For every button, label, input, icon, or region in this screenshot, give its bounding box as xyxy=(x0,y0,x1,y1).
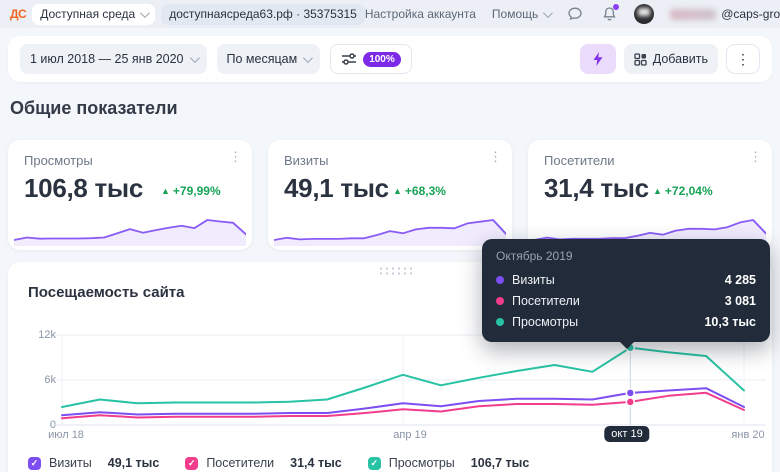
metric-card-visits[interactable]: Визиты ⋮ 49,1 тыс ▲+68,3% xyxy=(268,140,512,250)
header-nav: Настройка аккаунта Помощь @caps-group.ru xyxy=(365,4,780,24)
card-kebab-icon[interactable]: ⋮ xyxy=(489,150,502,163)
card-kebab-icon[interactable]: ⋮ xyxy=(229,150,242,163)
legend-checkbox-visitors[interactable]: ✓ xyxy=(185,457,198,470)
series-dot-icon xyxy=(496,318,504,326)
chart-legend: ✓ Визиты 49,1 тыс ✓ Посетители 31,4 тыс … xyxy=(28,456,555,470)
filters-toolbar: 1 июл 2018 — 25 янв 2020 По месяцам 100%… xyxy=(8,36,772,82)
metric-value: 49,1 тыс xyxy=(284,173,389,204)
legend-value: 106,7 тыс xyxy=(471,456,530,470)
line-chart-plot[interactable] xyxy=(0,330,780,430)
magic-wand-button[interactable] xyxy=(580,44,616,74)
legend-label: Посетители xyxy=(206,456,274,470)
sampling-badge: 100% xyxy=(363,52,401,67)
counter-meta[interactable]: доступнаясреда63.рф · 35375315 xyxy=(161,4,365,25)
metric-title: Посетители xyxy=(544,153,615,168)
sparkline-chart xyxy=(14,212,246,246)
chevron-down-icon xyxy=(189,53,199,63)
metric-card-visitors[interactable]: Посетители ⋮ 31,4 тыс ▲+72,04% xyxy=(528,140,772,250)
lightning-icon xyxy=(591,51,605,67)
counter-name: Доступная среда xyxy=(40,7,135,21)
tooltip-row: Посетители 3 081 xyxy=(496,290,756,311)
x-axis-tick-hovered: окт 19 xyxy=(604,426,649,442)
account-settings-link[interactable]: Настройка аккаунта xyxy=(365,7,476,21)
legend-checkbox-views[interactable]: ✓ xyxy=(368,457,381,470)
metric-delta: ▲+68,3% xyxy=(393,184,446,198)
chevron-down-icon xyxy=(303,53,313,63)
top-bar: ДС Доступная среда доступнаясреда63.рф ·… xyxy=(0,0,780,28)
tooltip-label: Посетители xyxy=(512,294,580,308)
drag-handle[interactable] xyxy=(378,266,412,276)
metric-delta: ▲+79,99% xyxy=(161,184,221,198)
sliders-icon xyxy=(341,52,357,66)
tooltip-row: Просмотры 10,3 тыс xyxy=(496,311,756,332)
up-triangle-icon: ▲ xyxy=(161,186,170,196)
username-redacted xyxy=(670,9,716,20)
chevron-down-icon xyxy=(140,8,150,18)
chat-icon[interactable] xyxy=(566,5,584,23)
legend-label: Просмотры xyxy=(389,456,455,470)
date-range-label: 1 июл 2018 — 25 янв 2020 xyxy=(30,52,184,66)
tooltip-value: 10,3 тыс xyxy=(704,315,756,329)
user-email: @caps-group.ru xyxy=(721,7,780,21)
chart-title: Посещаемость сайта xyxy=(28,284,184,301)
legend-checkbox-visits[interactable]: ✓ xyxy=(28,457,41,470)
legend-value: 49,1 тыс xyxy=(108,456,160,470)
sampling-button[interactable]: 100% xyxy=(330,44,412,74)
x-axis-tick: апр 19 xyxy=(393,429,426,441)
page-title: Общие показатели xyxy=(10,98,178,119)
sparkline-chart xyxy=(274,212,506,246)
tooltip-title: Октябрь 2019 xyxy=(496,249,756,263)
counter-meta-label: доступнаясреда63.рф · 35375315 xyxy=(169,7,357,21)
tooltip-label: Визиты xyxy=(512,273,555,287)
metric-value: 106,8 тыс xyxy=(24,173,143,204)
legend-value: 31,4 тыс xyxy=(290,456,342,470)
date-range-button[interactable]: 1 июл 2018 — 25 янв 2020 xyxy=(20,44,207,74)
tooltip-label: Просмотры xyxy=(512,315,578,329)
x-axis-tick: июл 18 xyxy=(48,429,84,441)
up-triangle-icon: ▲ xyxy=(393,186,402,196)
tooltip-arrow xyxy=(619,341,635,349)
tooltip-value: 4 285 xyxy=(725,273,756,287)
help-menu[interactable]: Помощь xyxy=(492,7,550,21)
series-dot-icon xyxy=(496,276,504,284)
grouping-label: По месяцам xyxy=(227,52,298,66)
card-kebab-icon[interactable]: ⋮ xyxy=(749,150,762,163)
up-triangle-icon: ▲ xyxy=(653,186,662,196)
chart-tooltip: Октябрь 2019 Визиты 4 285 Посетители 3 0… xyxy=(482,239,770,342)
tooltip-value: 3 081 xyxy=(725,294,756,308)
notification-dot xyxy=(613,4,619,10)
add-widget-label: Добавить xyxy=(653,52,708,66)
metric-card-views[interactable]: Просмотры ⋮ 106,8 тыс ▲+79,99% xyxy=(8,140,252,250)
help-label: Помощь xyxy=(492,7,538,21)
notifications-bell-icon[interactable] xyxy=(600,5,618,23)
toolbar-kebab-menu[interactable]: ⋮ xyxy=(726,44,760,74)
avatar[interactable] xyxy=(634,4,654,24)
series-dot-icon xyxy=(496,297,504,305)
metric-title: Визиты xyxy=(284,153,328,168)
grouping-button[interactable]: По месяцам xyxy=(217,44,321,74)
metric-delta: ▲+72,04% xyxy=(653,184,713,198)
metric-title: Просмотры xyxy=(24,153,93,168)
x-axis-tick: янв 20 xyxy=(731,429,764,441)
user-account[interactable]: @caps-group.ru xyxy=(670,7,780,21)
counter-logo: ДС xyxy=(10,7,26,21)
metric-value: 31,4 тыс xyxy=(544,173,649,204)
widgets-grid-icon xyxy=(634,53,647,66)
add-widget-button[interactable]: Добавить xyxy=(624,44,718,74)
counter-switcher[interactable]: Доступная среда xyxy=(32,4,155,25)
tooltip-row: Визиты 4 285 xyxy=(496,269,756,290)
legend-label: Визиты xyxy=(49,456,92,470)
chevron-down-icon xyxy=(543,8,553,18)
